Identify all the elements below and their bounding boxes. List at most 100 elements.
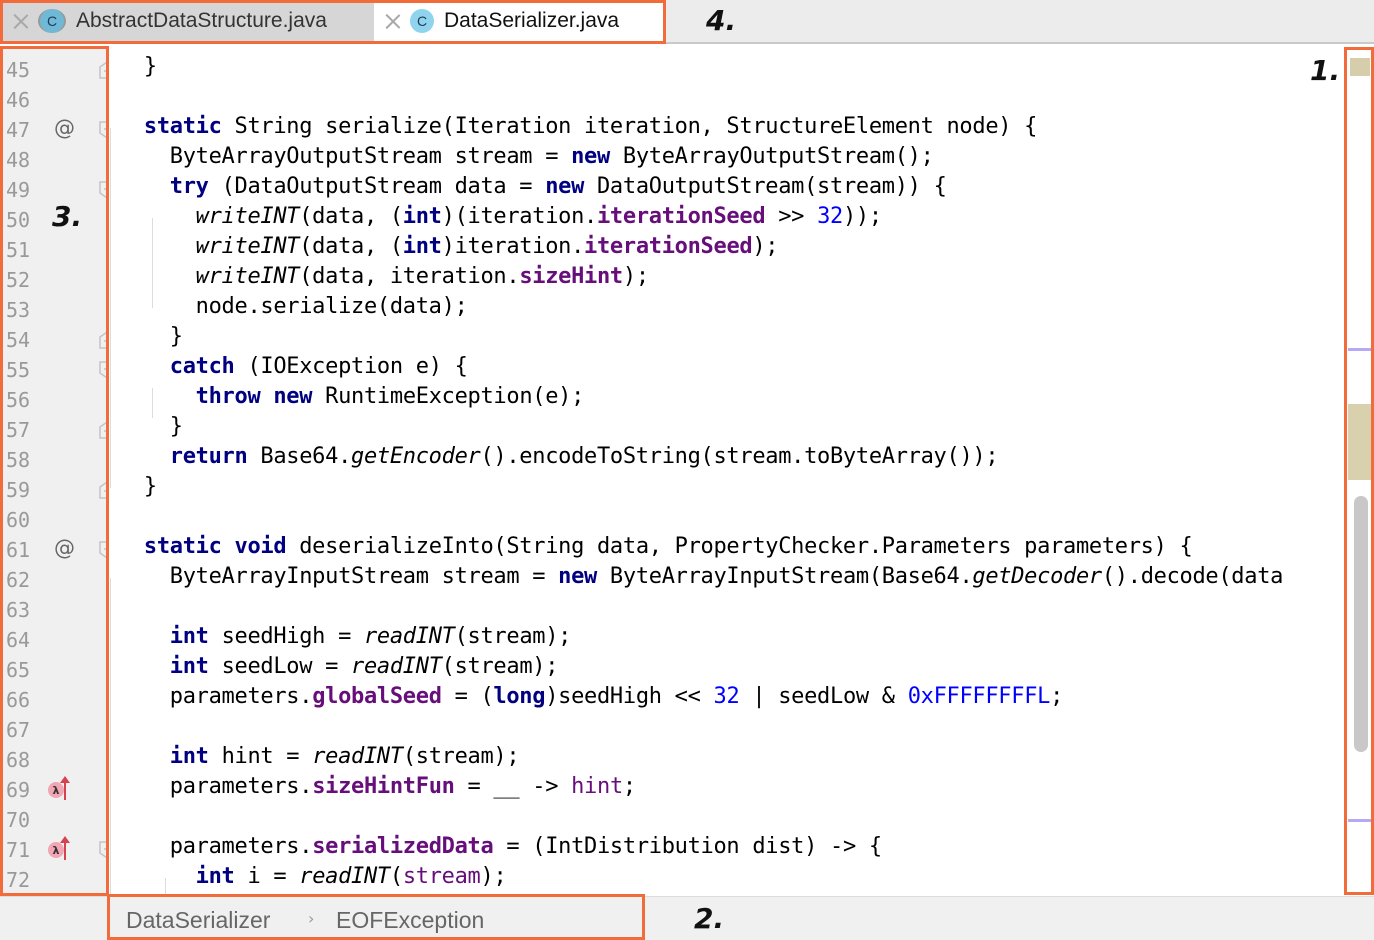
- code-line[interactable]: int seedHigh = readINT(stream);: [118, 622, 572, 652]
- line-number[interactable]: 62: [6, 568, 30, 592]
- code-line[interactable]: }: [118, 52, 157, 82]
- implements-method-icon[interactable]: @: [54, 536, 75, 560]
- error-stripe-scrollbar[interactable]: [1346, 46, 1374, 896]
- close-icon[interactable]: [384, 12, 402, 30]
- gutter-line[interactable]: 51: [0, 232, 108, 262]
- line-number[interactable]: 61: [6, 538, 30, 562]
- gutter-line[interactable]: 59: [0, 472, 115, 502]
- line-number[interactable]: 66: [6, 688, 30, 712]
- gutter-line[interactable]: 60: [0, 502, 108, 532]
- gutter-line[interactable]: 45: [0, 52, 115, 82]
- code-editor[interactable]: } static String serialize(Iteration iter…: [108, 46, 1344, 896]
- line-number[interactable]: 58: [6, 448, 30, 472]
- gutter-line[interactable]: 65: [0, 652, 108, 682]
- implements-method-icon[interactable]: @: [54, 116, 75, 140]
- gutter-line[interactable]: 71 λ: [0, 832, 115, 862]
- line-number[interactable]: 45: [6, 58, 30, 82]
- gutter-line[interactable]: 62: [0, 562, 108, 592]
- gutter-line[interactable]: 58: [0, 442, 108, 472]
- line-number[interactable]: 69: [6, 778, 30, 802]
- inspection-status-marker[interactable]: [1350, 58, 1370, 76]
- gutter-line[interactable]: 67: [0, 712, 108, 742]
- code-line[interactable]: writeINT(data, iteration.sizeHint);: [118, 262, 649, 292]
- gutter-line[interactable]: 46: [0, 82, 108, 112]
- line-number[interactable]: 70: [6, 808, 30, 832]
- gutter-line[interactable]: 72: [0, 862, 108, 892]
- gutter-line[interactable]: 68: [0, 742, 108, 772]
- code-line[interactable]: writeINT(data, (int)iteration.iterationS…: [118, 232, 779, 262]
- breadcrumb-item-class[interactable]: DataSerializer: [126, 907, 270, 934]
- line-number[interactable]: 49: [6, 178, 30, 202]
- code-line[interactable]: ByteArrayInputStream stream = new ByteAr…: [118, 562, 1284, 592]
- code-line[interactable]: static String serialize(Iteration iterat…: [118, 112, 1038, 142]
- code-line[interactable]: return Base64.getEncoder().encodeToStrin…: [118, 442, 999, 472]
- code-line[interactable]: node.serialize(data);: [118, 292, 468, 322]
- arrow-up-icon[interactable]: [60, 776, 70, 800]
- gutter-line[interactable]: 66: [0, 682, 108, 712]
- gutter-line[interactable]: 69 λ: [0, 772, 108, 802]
- line-number-gutter[interactable]: 45 46 47 @48 49 50 51 52 53 54 55 56 57 58 59 60 61 @62 63…: [0, 46, 115, 896]
- code-line[interactable]: parameters.globalSeed = (long)seedHigh <…: [118, 682, 1064, 712]
- line-number[interactable]: 65: [6, 658, 30, 682]
- gutter-line[interactable]: 52: [0, 262, 108, 292]
- line-number[interactable]: 52: [6, 268, 30, 292]
- line-number[interactable]: 48: [6, 148, 30, 172]
- gutter-line[interactable]: 61 @: [0, 532, 115, 562]
- gutter-line[interactable]: 54: [0, 322, 115, 352]
- line-number[interactable]: 63: [6, 598, 30, 622]
- lambda-icon[interactable]: λ: [48, 782, 64, 798]
- line-number[interactable]: 67: [6, 718, 30, 742]
- gutter-line[interactable]: 53: [0, 292, 108, 322]
- stripe-marker[interactable]: [1348, 404, 1374, 480]
- gutter-line[interactable]: 55: [0, 352, 115, 382]
- line-number[interactable]: 55: [6, 358, 30, 382]
- code-line[interactable]: int hint = readINT(stream);: [118, 742, 520, 772]
- gutter-line[interactable]: 47 @: [0, 112, 115, 142]
- line-number[interactable]: 46: [6, 88, 30, 112]
- line-number[interactable]: 51: [6, 238, 30, 262]
- line-number[interactable]: 59: [6, 478, 30, 502]
- line-number[interactable]: 56: [6, 388, 30, 412]
- code-line[interactable]: throw new RuntimeException(e);: [118, 382, 585, 412]
- line-number[interactable]: 64: [6, 628, 30, 652]
- stripe-marker[interactable]: [1348, 819, 1374, 822]
- line-number[interactable]: 60: [6, 508, 30, 532]
- tab-abstract-data-structure[interactable]: C AbstractDataStructure.java: [2, 0, 374, 42]
- code-line[interactable]: try (DataOutputStream data = new DataOut…: [118, 172, 947, 202]
- code-line[interactable]: parameters.sizeHintFun = __ -> hint;: [118, 772, 636, 802]
- code-line[interactable]: }: [118, 412, 183, 442]
- gutter-line[interactable]: 49: [0, 172, 115, 202]
- code-line[interactable]: int i = readINT(stream);: [118, 862, 507, 892]
- tab-data-serializer[interactable]: C DataSerializer.java: [374, 0, 663, 42]
- gutter-line[interactable]: 63: [0, 592, 108, 622]
- code-line[interactable]: static void deserializeInto(String data,…: [118, 532, 1193, 562]
- code-line[interactable]: }: [118, 322, 183, 352]
- close-icon[interactable]: [12, 12, 30, 30]
- code-line[interactable]: parameters.serializedData = (IntDistribu…: [118, 832, 882, 862]
- line-number[interactable]: 71: [6, 838, 30, 862]
- scrollbar-thumb[interactable]: [1354, 496, 1368, 752]
- breadcrumb-item-exception[interactable]: EOFException: [336, 907, 484, 934]
- gutter-line[interactable]: 64: [0, 622, 108, 652]
- line-number[interactable]: 54: [6, 328, 30, 352]
- line-number[interactable]: 47: [6, 118, 30, 142]
- code-line[interactable]: }: [118, 472, 157, 502]
- line-number[interactable]: 57: [6, 418, 30, 442]
- line-number[interactable]: 50: [6, 208, 30, 232]
- arrow-up-icon[interactable]: [60, 836, 70, 860]
- gutter-line[interactable]: 57: [0, 412, 115, 442]
- line-number[interactable]: 53: [6, 298, 30, 322]
- code-line[interactable]: ByteArrayOutputStream stream = new ByteA…: [118, 142, 934, 172]
- gutter-line[interactable]: 48: [0, 142, 108, 172]
- code-line[interactable]: int seedLow = readINT(stream);: [118, 652, 559, 682]
- gutter-line[interactable]: 70: [0, 802, 108, 832]
- code-line[interactable]: catch (IOException e) {: [118, 352, 468, 382]
- code-token: ;: [622, 774, 636, 799]
- code-token: (data, (: [299, 204, 403, 229]
- code-line[interactable]: writeINT(data, (int)(iteration.iteration…: [118, 202, 882, 232]
- stripe-marker[interactable]: [1348, 348, 1374, 351]
- gutter-line[interactable]: 56: [0, 382, 108, 412]
- line-number[interactable]: 68: [6, 748, 30, 772]
- lambda-icon[interactable]: λ: [48, 842, 64, 858]
- line-number[interactable]: 72: [6, 868, 30, 892]
